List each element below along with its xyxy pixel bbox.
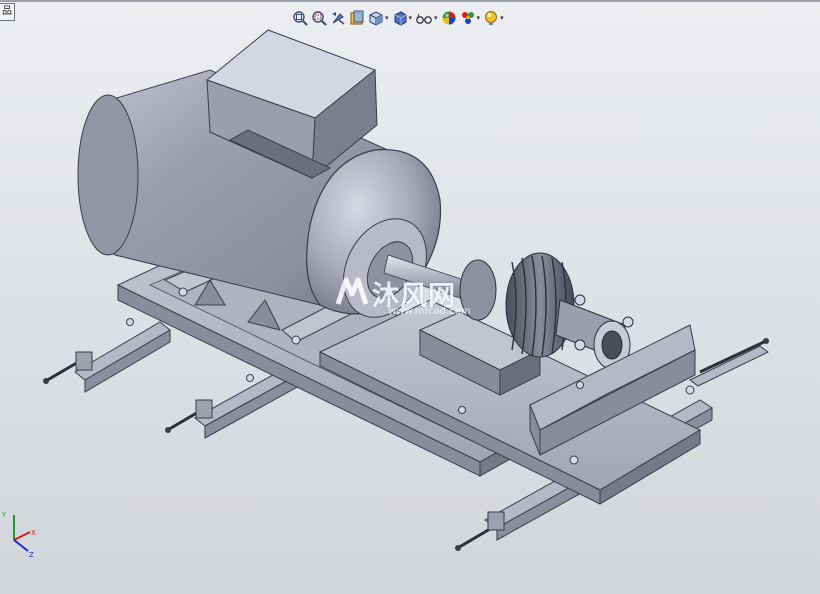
graphics-area[interactable]: 品 ▾ ▾ ▾ ▾ ▾ 沐风网 www.mfcad.com Y X Z xyxy=(0,0,820,594)
watermark-url: www.mfcad.com xyxy=(388,306,471,317)
triad-x-label: X xyxy=(31,529,36,537)
triad-z-label: Z xyxy=(29,551,34,559)
watermark-logo-icon xyxy=(335,277,369,305)
orientation-triad: Y X Z xyxy=(1,511,36,559)
rear-left-support xyxy=(43,321,171,393)
triad-y-label: Y xyxy=(1,511,7,519)
